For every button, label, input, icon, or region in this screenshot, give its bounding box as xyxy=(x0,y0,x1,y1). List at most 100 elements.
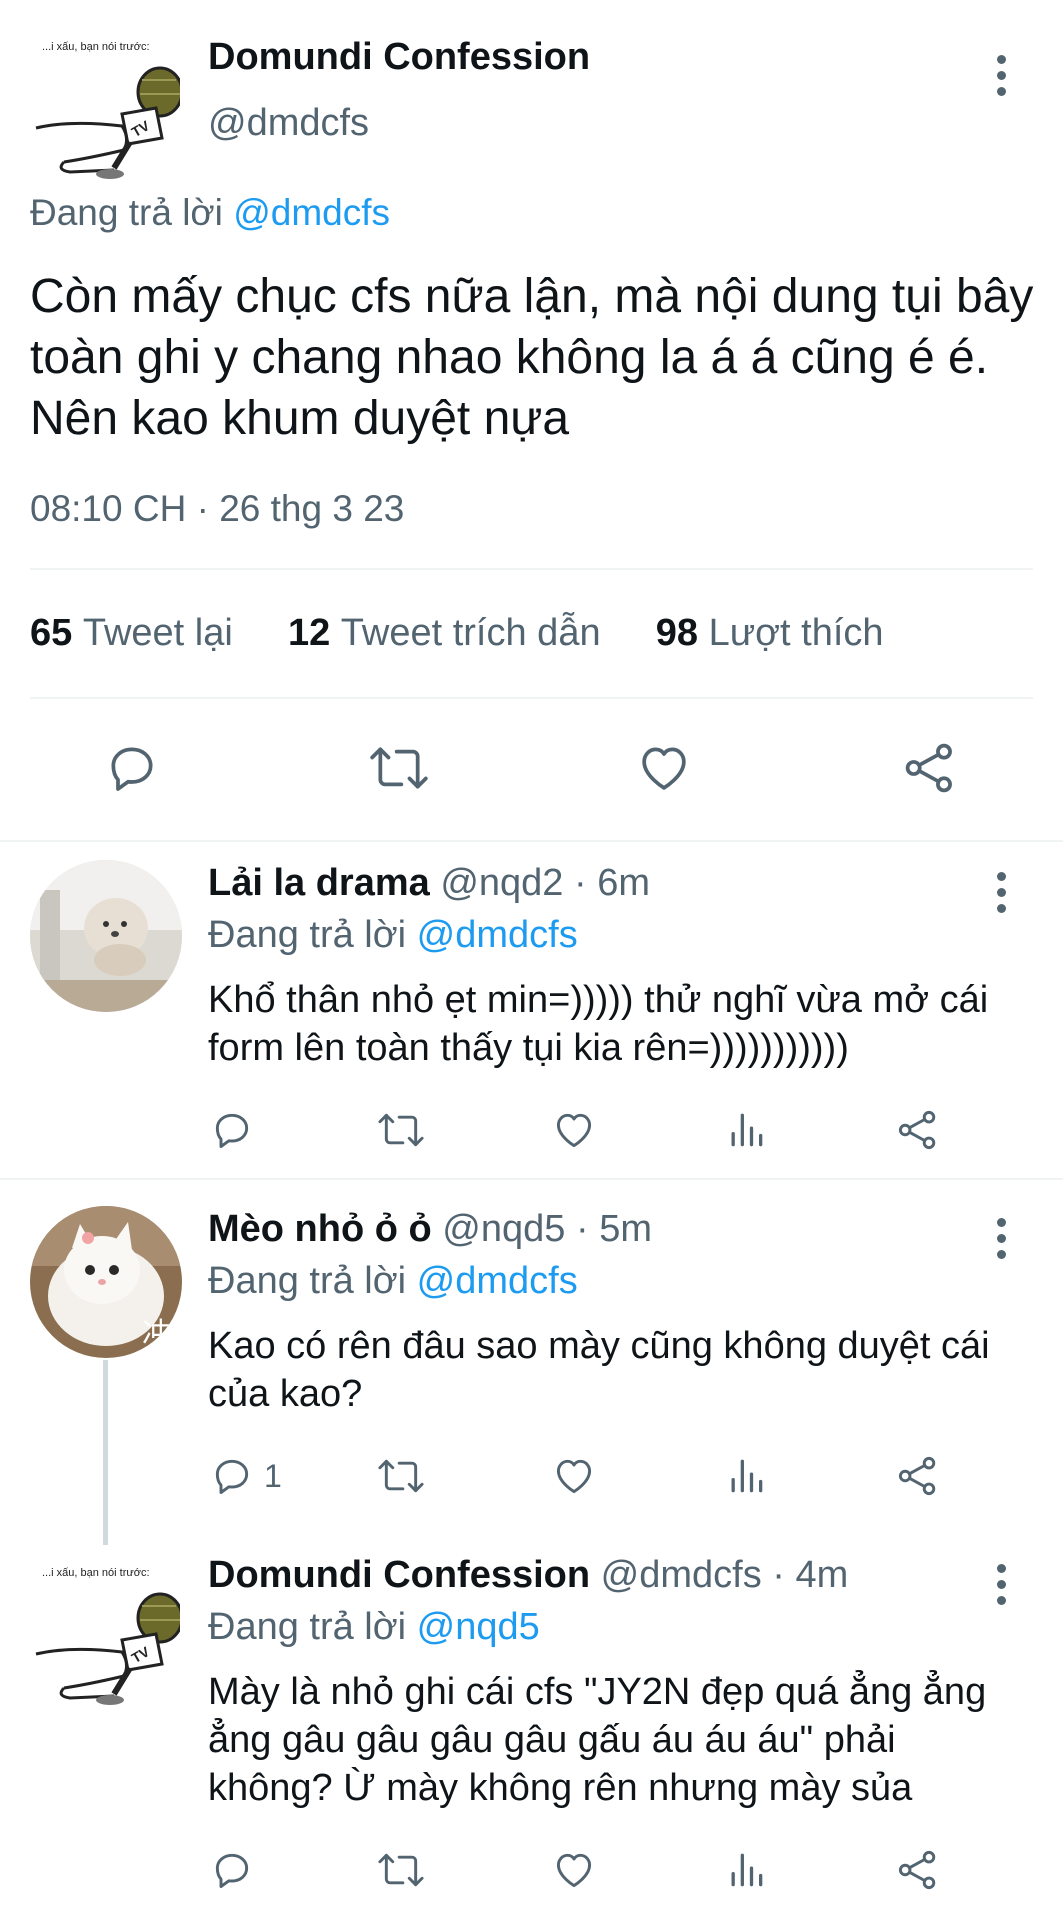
microphone-logo-icon: ...i xấu, bạn nói trước: TV xyxy=(30,1556,180,1706)
retweet-button[interactable] xyxy=(376,1848,426,1892)
retweet-icon xyxy=(378,1113,424,1147)
reply-header: Domundi Confession @dmdcfs · 4m xyxy=(208,1554,848,1597)
retweet-button[interactable] xyxy=(376,1108,426,1152)
reply-to-link[interactable]: @dmdcfs xyxy=(417,914,578,956)
reply-button[interactable] xyxy=(210,1108,254,1152)
likes-label: Lượt thích xyxy=(708,612,884,654)
reply-to-link[interactable]: @dmdcfs xyxy=(417,1260,578,1302)
reply-context: Đang trả lời @dmdcfs xyxy=(208,914,578,957)
reply-icon xyxy=(215,1113,249,1148)
reply-avatar[interactable]: 冲 xyxy=(30,1206,182,1358)
quotes-stat[interactable]: 12 Tweet trích dẫn xyxy=(288,612,601,654)
reply-icon xyxy=(215,1853,249,1888)
reply-text: Mày là nhỏ ghi cái cfs "JY2N đẹp quá ẳng… xyxy=(208,1671,987,1809)
analytics-icon xyxy=(731,1459,763,1493)
quotes-count: 12 xyxy=(287,612,331,654)
divider xyxy=(0,840,1063,842)
divider xyxy=(30,697,1033,699)
reply-context: Đang trả lời @nqd5 xyxy=(208,1606,540,1649)
share-button[interactable] xyxy=(896,1848,940,1892)
reply-text: Kao có rên đâu sao mày cũng không duyệt … xyxy=(208,1325,990,1415)
reply-time: · 6m xyxy=(574,862,651,904)
share-icon xyxy=(898,1456,936,1496)
reply-prefix: Đang trả lời xyxy=(208,1606,407,1648)
like-icon xyxy=(556,1113,592,1148)
reply-context: Đang trả lời @dmdcfs xyxy=(30,192,390,234)
like-button[interactable] xyxy=(552,1108,596,1152)
reply-context: Đang trả lời @dmdcfs xyxy=(208,1260,578,1303)
quotes-label: Tweet trích dẫn xyxy=(340,612,601,654)
reply-button[interactable] xyxy=(210,1848,254,1892)
reply-icon xyxy=(111,747,153,791)
retweets-stat[interactable]: 65 Tweet lại xyxy=(30,612,233,654)
dog-photo-icon xyxy=(30,860,182,1012)
reply-avatar[interactable] xyxy=(30,860,182,1012)
retweets-count: 65 xyxy=(30,612,73,654)
tweet-timestamp: 08:10 CH · 26 thg 3 23 xyxy=(30,488,405,529)
retweet-button[interactable] xyxy=(368,740,430,796)
share-button[interactable] xyxy=(896,1454,940,1498)
like-button[interactable] xyxy=(636,740,692,796)
cat-photo-icon: 冲 xyxy=(30,1206,182,1358)
reply-time: · 5m xyxy=(575,1208,652,1250)
reply-text: Khổ thân nhỏ ẹt min=))))) thử nghĩ vừa m… xyxy=(208,979,989,1069)
reply-author-handle[interactable]: @nqd2 xyxy=(440,862,563,904)
like-icon xyxy=(556,1853,592,1888)
reply-button[interactable]: 1 xyxy=(210,1454,282,1498)
retweet-icon xyxy=(378,1853,424,1887)
retweet-button[interactable] xyxy=(376,1454,426,1498)
reply-prefix: Đang trả lời xyxy=(30,192,223,233)
avatar-caption: ...i xấu, bạn nói trước: xyxy=(42,41,150,53)
reply-author-name[interactable]: Mèo nhỏ ỏ ỏ xyxy=(208,1208,432,1250)
analytics-icon xyxy=(731,1853,763,1887)
author-name[interactable]: Domundi Confession xyxy=(208,36,590,79)
tweet-text: Còn mấy chục cfs nữa lận, mà nội dung tụ… xyxy=(30,270,1034,445)
reply-author-handle[interactable]: @nqd5 xyxy=(442,1208,565,1250)
analytics-button[interactable] xyxy=(724,1108,768,1152)
retweets-label: Tweet lại xyxy=(82,612,233,654)
likes-count: 98 xyxy=(655,612,698,654)
like-button[interactable] xyxy=(552,1848,596,1892)
reply-prefix: Đang trả lời xyxy=(208,914,407,956)
reply-count: 1 xyxy=(264,1457,282,1494)
reply-prefix: Đang trả lời xyxy=(208,1260,407,1302)
reply-icon xyxy=(215,1459,249,1494)
reply-header: Lải la drama @nqd2 · 6m xyxy=(208,862,650,905)
like-icon xyxy=(556,1459,592,1494)
reply-author-handle[interactable]: @dmdcfs xyxy=(601,1554,762,1596)
reply-header: Mèo nhỏ ỏ ỏ @nqd5 · 5m xyxy=(208,1208,652,1251)
share-icon xyxy=(898,1110,936,1150)
divider xyxy=(30,568,1033,570)
tweet-stats: 65 Tweet lại 12 Tweet trích dẫn 98 Lượt … xyxy=(30,612,884,655)
reply-to-link[interactable]: @nqd5 xyxy=(417,1606,540,1648)
microphone-logo-icon: ...i xấu, bạn nói trước: TV xyxy=(30,30,180,180)
analytics-button[interactable] xyxy=(724,1454,768,1498)
reply-time: · 4m xyxy=(772,1554,849,1596)
reply-to-link[interactable]: @dmdcfs xyxy=(233,192,390,233)
share-icon xyxy=(898,1850,936,1890)
thread-line xyxy=(103,1360,108,1545)
share-icon xyxy=(905,743,952,793)
more-options-icon[interactable] xyxy=(995,55,1007,103)
likes-stat[interactable]: 98 Lượt thích xyxy=(656,612,884,654)
avatar-overlay-text: 冲 xyxy=(142,1317,172,1352)
share-button[interactable] xyxy=(896,1108,940,1152)
author-handle[interactable]: @dmdcfs xyxy=(208,102,369,145)
reply-avatar[interactable]: ...i xấu, bạn nói trước: TV xyxy=(30,1556,182,1708)
more-options-icon[interactable] xyxy=(995,872,1007,920)
like-button[interactable] xyxy=(552,1454,596,1498)
retweet-icon xyxy=(378,1459,424,1493)
more-options-icon[interactable] xyxy=(995,1218,1007,1266)
author-avatar[interactable]: ...i xấu, bạn nói trước: TV xyxy=(30,30,180,180)
avatar-caption: ...i xấu, bạn nói trước: xyxy=(42,1567,150,1579)
divider xyxy=(0,1178,1063,1180)
reply-author-name[interactable]: Domundi Confession xyxy=(208,1554,590,1596)
reply-button[interactable] xyxy=(104,740,160,796)
retweet-icon xyxy=(370,747,428,789)
more-options-icon[interactable] xyxy=(995,1564,1007,1612)
reply-author-name[interactable]: Lải la drama xyxy=(208,862,430,904)
share-button[interactable] xyxy=(902,740,958,796)
analytics-button[interactable] xyxy=(724,1848,768,1892)
analytics-icon xyxy=(731,1113,763,1147)
like-icon xyxy=(642,747,686,790)
